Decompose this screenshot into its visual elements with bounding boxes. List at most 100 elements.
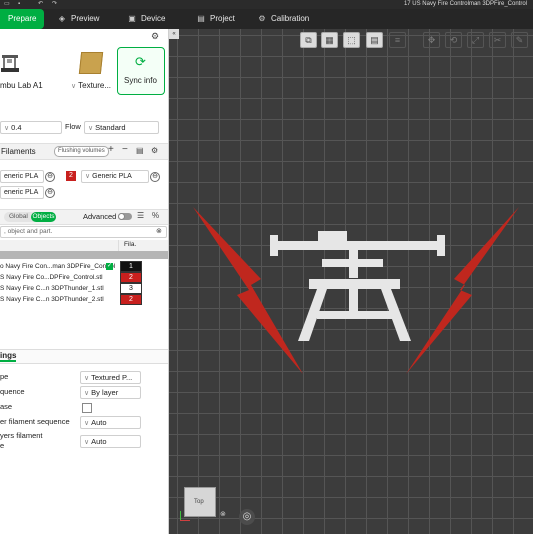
3d-viewport[interactable]: « ⧉ ▦ ⬚ ▤ ≡ ✥ ⟲ ⤢ ✂ ✎ Top ⊗ ◎ — [169, 29, 533, 534]
sync-icon: ⟳ — [135, 54, 146, 69]
setting-label: pe — [0, 372, 9, 381]
chevron-down-icon: ∨ — [84, 390, 90, 397]
printer-card[interactable]: mbu Lab A1 — [0, 47, 64, 95]
setting-row: pe ∨ Textured P... — [0, 370, 168, 384]
filament-3-select[interactable]: eneric PLA — [0, 186, 44, 199]
top-nav: Prepare ◈ Preview ▣ Device ▤ Project ⚙ Calib… — [0, 9, 533, 29]
object-row[interactable]: S Navy Fire C...n 3DPThunder_2.stl 2 — [0, 294, 168, 305]
tab-preview[interactable]: ◈ Preview — [56, 9, 100, 29]
setting-value: Auto — [91, 418, 107, 427]
setting-label: e — [0, 441, 5, 450]
object-row[interactable]: S Navy Fire Co...DPFire_Control.stl 2 — [0, 272, 168, 283]
filament-1-select[interactable]: eneric PLA — [0, 170, 44, 183]
objects-tab[interactable]: Objects — [31, 212, 56, 222]
sync-info-button[interactable]: ⟳ Sync info — [117, 47, 165, 95]
setting-select[interactable]: ∨ Auto — [80, 416, 141, 429]
app-menu-icon[interactable]: ▭ — [4, 1, 10, 8]
add-filament-icon[interactable]: + — [108, 144, 114, 155]
filament-badge[interactable]: 1 — [120, 261, 142, 272]
filament-1-edit-icon[interactable]: ⊖ — [45, 172, 55, 182]
selected-plate-row[interactable] — [0, 251, 168, 259]
setting-label: yers filament — [0, 431, 43, 440]
filament-2-edit-icon[interactable]: ⊖ — [150, 172, 160, 182]
tab-prepare[interactable]: Prepare — [0, 9, 44, 29]
nozzle-diameter-select[interactable]: ∨ 0.4 — [0, 121, 62, 134]
tab-project[interactable]: ▤ Project — [195, 9, 235, 29]
project-icon: ▤ — [197, 14, 205, 23]
objects-header: Global Objects Advanced ☰ % — [0, 209, 168, 225]
left-panel: ⚙ mbu Lab A1 ∨ Texture... ⟳ Sync info ∨ 0.… — [0, 29, 169, 534]
device-icon: ▣ — [128, 14, 136, 23]
filament-2-select[interactable]: ∨ Generic PLA — [81, 170, 149, 183]
flow-select[interactable]: ∨ Standard — [84, 121, 159, 134]
chevron-down-icon: ∨ — [84, 375, 90, 382]
toggle-knob — [118, 213, 125, 220]
lightning-bolt-left — [193, 207, 303, 374]
fila-column-header: Fila. — [124, 241, 137, 248]
search-placeholder: , object and part. — [4, 228, 53, 235]
view-cube[interactable]: Top — [184, 487, 216, 517]
chevron-down-icon: ∨ — [88, 125, 94, 132]
filament-badge[interactable]: 3 — [120, 283, 142, 294]
tab-calibration[interactable]: ⚙ Calibration — [256, 9, 309, 29]
chevron-down-icon: ∨ — [85, 173, 91, 180]
printer-settings-icon[interactable]: ⚙ — [151, 31, 159, 42]
tab-label: Preview — [71, 14, 100, 23]
setting-row: er filament sequence ∨ Auto — [0, 415, 168, 429]
reset-view-icon[interactable]: ◎ — [239, 509, 255, 525]
object-row[interactable]: S Navy Fire C...n 3DPThunder_1.stl 3 — [0, 283, 168, 294]
setting-value: Textured P... — [91, 373, 133, 382]
setting-label: er filament sequence — [0, 417, 70, 426]
view-options-icon[interactable]: ⊗ — [220, 510, 226, 518]
object-name: S Navy Fire C...n 3DPThunder_2.stl — [0, 296, 104, 303]
global-tab[interactable]: Global — [9, 212, 28, 222]
tab-device[interactable]: ▣ Device — [126, 9, 165, 29]
settings-header: ings — [0, 349, 168, 364]
chevron-down-icon: ∨ — [84, 420, 90, 427]
eye-icon: ◈ — [58, 14, 66, 23]
save-icon[interactable]: ▪ — [18, 1, 20, 8]
object-search-input[interactable]: , object and part. — [0, 226, 167, 238]
flushing-volumes-button[interactable]: Flushing volumes — [54, 146, 109, 157]
setting-select[interactable]: ∨ Textured P... — [80, 371, 141, 384]
setting-value: By layer — [91, 388, 119, 397]
list-icon[interactable]: ☰ — [137, 211, 144, 220]
checkbox-checked-icon[interactable]: ✓ — [106, 263, 113, 270]
percent-icon[interactable]: % — [152, 211, 159, 220]
filament-badge[interactable]: 2 — [120, 272, 142, 283]
object-row[interactable]: o Navy Fire Con...man 3DPFire_Control ✓ … — [0, 261, 168, 272]
printer-name: mbu Lab A1 — [0, 81, 43, 90]
filament-grid-icon[interactable]: ▤ — [136, 146, 144, 155]
filament-settings-icon[interactable]: ⚙ — [151, 146, 158, 155]
lightning-bolt-right — [406, 207, 519, 374]
undo-icon[interactable]: ↶ — [38, 1, 43, 8]
filament-2-slot[interactable]: 2 — [66, 171, 76, 181]
global-objects-toggle[interactable]: Global Objects — [4, 212, 56, 222]
setting-checkbox[interactable] — [82, 403, 92, 413]
plate-card[interactable]: ∨ Texture... — [68, 47, 112, 95]
filament-badge[interactable]: 2 — [120, 294, 142, 305]
setting-label: quence — [0, 387, 25, 396]
setting-row-continued: e — [0, 440, 168, 452]
sync-label: Sync info — [124, 76, 157, 85]
advanced-toggle[interactable] — [118, 213, 132, 220]
flow-label: Flow — [65, 122, 81, 131]
filament-3-edit-icon[interactable]: ⊖ — [45, 188, 55, 198]
redo-icon[interactable]: ↷ — [52, 1, 57, 8]
window-title: 17 US Navy Fire Controlman 3DPFire_Contr… — [403, 1, 527, 7]
setting-label: ase — [0, 402, 13, 411]
printer-icon — [1, 55, 19, 72]
remove-filament-icon[interactable]: − — [122, 144, 128, 155]
view-cube-label: Top — [194, 499, 204, 505]
chevron-down-icon: ∨ — [4, 125, 10, 132]
filaments-title: Filaments — [1, 147, 36, 156]
object-name: S Navy Fire Co...DPFire_Control.stl — [0, 274, 103, 281]
settings-tab[interactable]: ings — [0, 351, 17, 362]
model-scene — [193, 207, 519, 374]
setting-select[interactable]: ∨ By layer — [80, 386, 141, 399]
setting-row: quence ∨ By layer — [0, 385, 168, 399]
textured-plate-icon — [78, 52, 104, 74]
column-divider — [118, 240, 119, 251]
clear-search-icon[interactable]: ⊗ — [156, 227, 162, 235]
nozzle-value: 0.4 — [11, 123, 22, 132]
